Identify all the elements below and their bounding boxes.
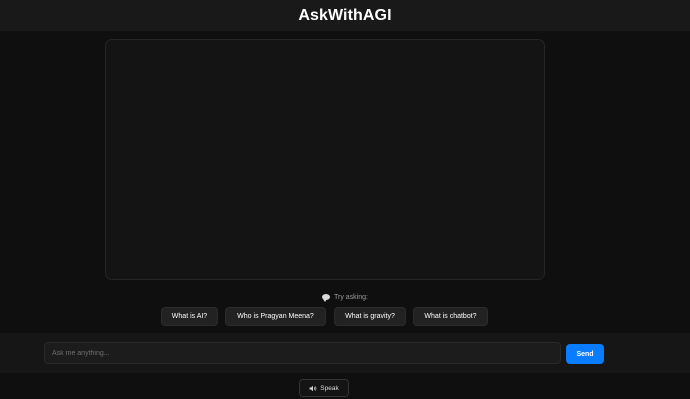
suggestion-chip-ai[interactable]: What is AI? [161, 307, 218, 326]
suggestion-chip-pragyan[interactable]: Who is Pragyan Meena? [225, 307, 326, 326]
speech-bubble-icon [322, 294, 330, 302]
speaker-icon [309, 385, 317, 391]
app-header: AskWithAGI [0, 0, 690, 31]
message-input[interactable] [44, 342, 561, 364]
composer-bar: Send [0, 333, 690, 373]
speak-label: Speak [320, 384, 339, 392]
suggestions-heading: Try asking: [0, 292, 690, 302]
suggestion-chip-gravity[interactable]: What is gravity? [334, 307, 406, 326]
suggestion-chip-chatbot[interactable]: What is chatbot? [413, 307, 488, 326]
app-title: AskWithAGI [298, 6, 392, 24]
speak-button[interactable]: Speak [299, 379, 349, 397]
suggestions-heading-label: Try asking: [334, 293, 368, 301]
chat-window [105, 39, 545, 280]
send-button[interactable]: Send [566, 344, 604, 364]
suggestion-chips: What is AI? Who is Pragyan Meena? What i… [0, 307, 690, 326]
